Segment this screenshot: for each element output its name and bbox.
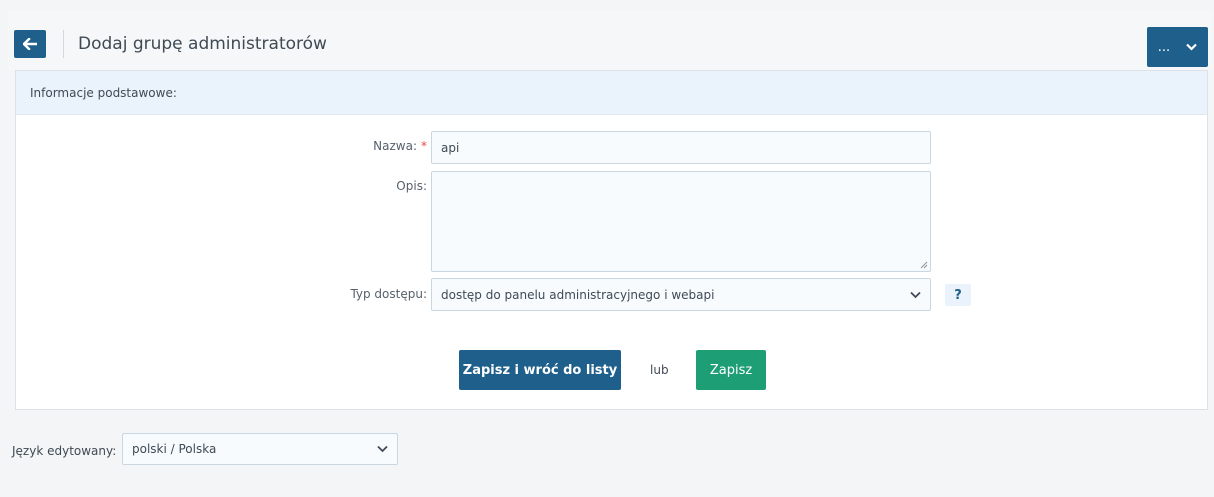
resize-grip-icon[interactable] [920, 261, 928, 269]
more-actions-button[interactable]: ... [1147, 27, 1208, 67]
name-label-text: Nazwa: [373, 139, 417, 153]
chevron-down-icon [910, 291, 921, 298]
description-label: Opis: [396, 179, 427, 193]
page: Dodaj grupę administratorów ... Informac… [0, 0, 1214, 497]
more-actions-label: ... [1157, 39, 1171, 55]
arrow-left-icon [23, 38, 37, 50]
panel-heading: Informacje podstawowe: [16, 71, 1207, 115]
save-button[interactable]: Zapisz [696, 350, 766, 390]
basic-info-panel: Informacje podstawowe: Nazwa: * api Opis:… [15, 70, 1208, 410]
access-type-value: dostęp do panelu administracyjnego i web… [441, 287, 715, 302]
help-button[interactable]: ? [945, 284, 971, 306]
access-type-label: Typ dostępu: [350, 287, 427, 301]
edited-language-label: Język edytowany: [12, 444, 117, 458]
page-title: Dodaj grupę administratorów [78, 34, 327, 54]
name-input[interactable]: api [431, 131, 931, 164]
chevron-down-icon [377, 445, 388, 453]
edited-language-select[interactable]: polski / Polska [122, 433, 398, 465]
name-label: Nazwa: * [373, 139, 427, 153]
required-marker: * [421, 139, 427, 153]
edited-language-value: polski / Polska [132, 442, 217, 456]
description-textarea[interactable] [431, 171, 931, 272]
page-header: Dodaj grupę administratorów ... [8, 10, 1212, 70]
name-input-value: api [441, 140, 460, 155]
access-type-select[interactable]: dostęp do panelu administracyjnego i web… [431, 278, 931, 311]
header-divider [63, 30, 64, 58]
chevron-down-icon [1186, 43, 1197, 51]
save-and-return-button[interactable]: Zapisz i wróć do listy [459, 350, 621, 390]
back-button[interactable] [14, 30, 46, 58]
or-text: lub [650, 363, 669, 377]
